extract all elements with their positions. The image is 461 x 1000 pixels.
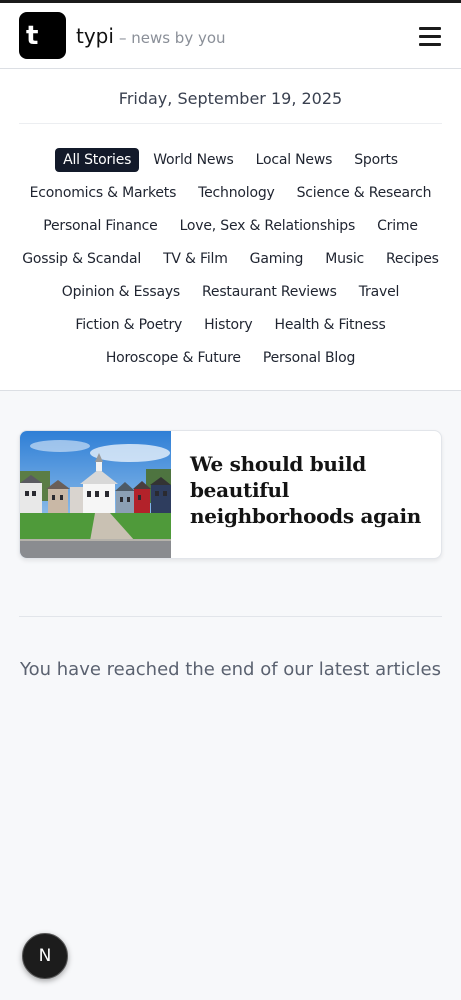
category-gossip-and-scandal[interactable]: Gossip & Scandal (14, 247, 149, 271)
category-music[interactable]: Music (317, 247, 372, 271)
category-travel[interactable]: Travel (351, 280, 407, 304)
category-row: Economics & Markets Technology Science & R… (10, 176, 451, 209)
logo-letter: t (26, 20, 39, 51)
end-of-feed-message: You have reached the end of our latest a… (20, 659, 441, 680)
category-sports[interactable]: Sports (346, 148, 406, 172)
site-header: t typi – news by you (0, 3, 461, 69)
neighborhood-image (20, 431, 171, 558)
article-feed: We should build beautiful neighborhoods … (0, 391, 461, 559)
article-card[interactable]: We should build beautiful neighborhoods … (19, 430, 442, 559)
category-personal-finance[interactable]: Personal Finance (35, 214, 165, 238)
category-fiction-and-poetry[interactable]: Fiction & Poetry (67, 313, 190, 337)
category-recipes[interactable]: Recipes (378, 247, 447, 271)
category-technology[interactable]: Technology (190, 181, 282, 205)
category-world-news[interactable]: World News (145, 148, 241, 172)
category-restaurant-reviews[interactable]: Restaurant Reviews (194, 280, 345, 304)
article-thumbnail[interactable] (20, 431, 171, 558)
category-all-stories[interactable]: All Stories (55, 147, 140, 172)
brand[interactable]: typi – news by you (76, 24, 226, 48)
brand-name: typi (76, 23, 114, 48)
category-row: All Stories World News Local News Sports (10, 143, 451, 176)
nextjs-logo-icon: N (38, 946, 52, 966)
category-local-news[interactable]: Local News (248, 148, 341, 172)
divider (19, 616, 442, 617)
category-history[interactable]: History (196, 313, 260, 337)
category-opinion-and-essays[interactable]: Opinion & Essays (54, 280, 188, 304)
category-science-and-research[interactable]: Science & Research (289, 181, 440, 205)
category-gaming[interactable]: Gaming (242, 247, 312, 271)
category-tv-and-film[interactable]: TV & Film (155, 247, 236, 271)
category-row: Fiction & Poetry History Health & Fitness (10, 308, 451, 341)
category-row: Horoscope & Future Personal Blog (10, 341, 451, 374)
current-date: Friday, September 19, 2025 (118, 89, 343, 108)
category-row: Personal Finance Love, Sex & Relationship… (10, 209, 451, 242)
category-row: Opinion & Essays Restaurant Reviews Travel (10, 275, 451, 308)
category-personal-blog[interactable]: Personal Blog (255, 346, 363, 370)
category-nav: All Stories World News Local News Sports Eco… (0, 124, 461, 391)
hamburger-icon[interactable] (419, 27, 441, 46)
category-crime[interactable]: Crime (369, 214, 426, 238)
category-love-sex-and-relationships[interactable]: Love, Sex & Relationships (172, 214, 364, 238)
nextjs-dev-badge[interactable]: N (22, 933, 68, 979)
date-section: Friday, September 19, 2025 (0, 69, 461, 124)
category-economics-and-markets[interactable]: Economics & Markets (22, 181, 185, 205)
category-health-and-fitness[interactable]: Health & Fitness (267, 313, 394, 337)
brand-tagline: – news by you (118, 28, 226, 47)
category-horoscope-and-future[interactable]: Horoscope & Future (98, 346, 249, 370)
logo[interactable]: t (19, 12, 66, 59)
article-title[interactable]: We should build beautiful neighborhoods … (171, 431, 441, 558)
category-row: Gossip & Scandal TV & Film Gaming Music Reci… (10, 242, 451, 275)
